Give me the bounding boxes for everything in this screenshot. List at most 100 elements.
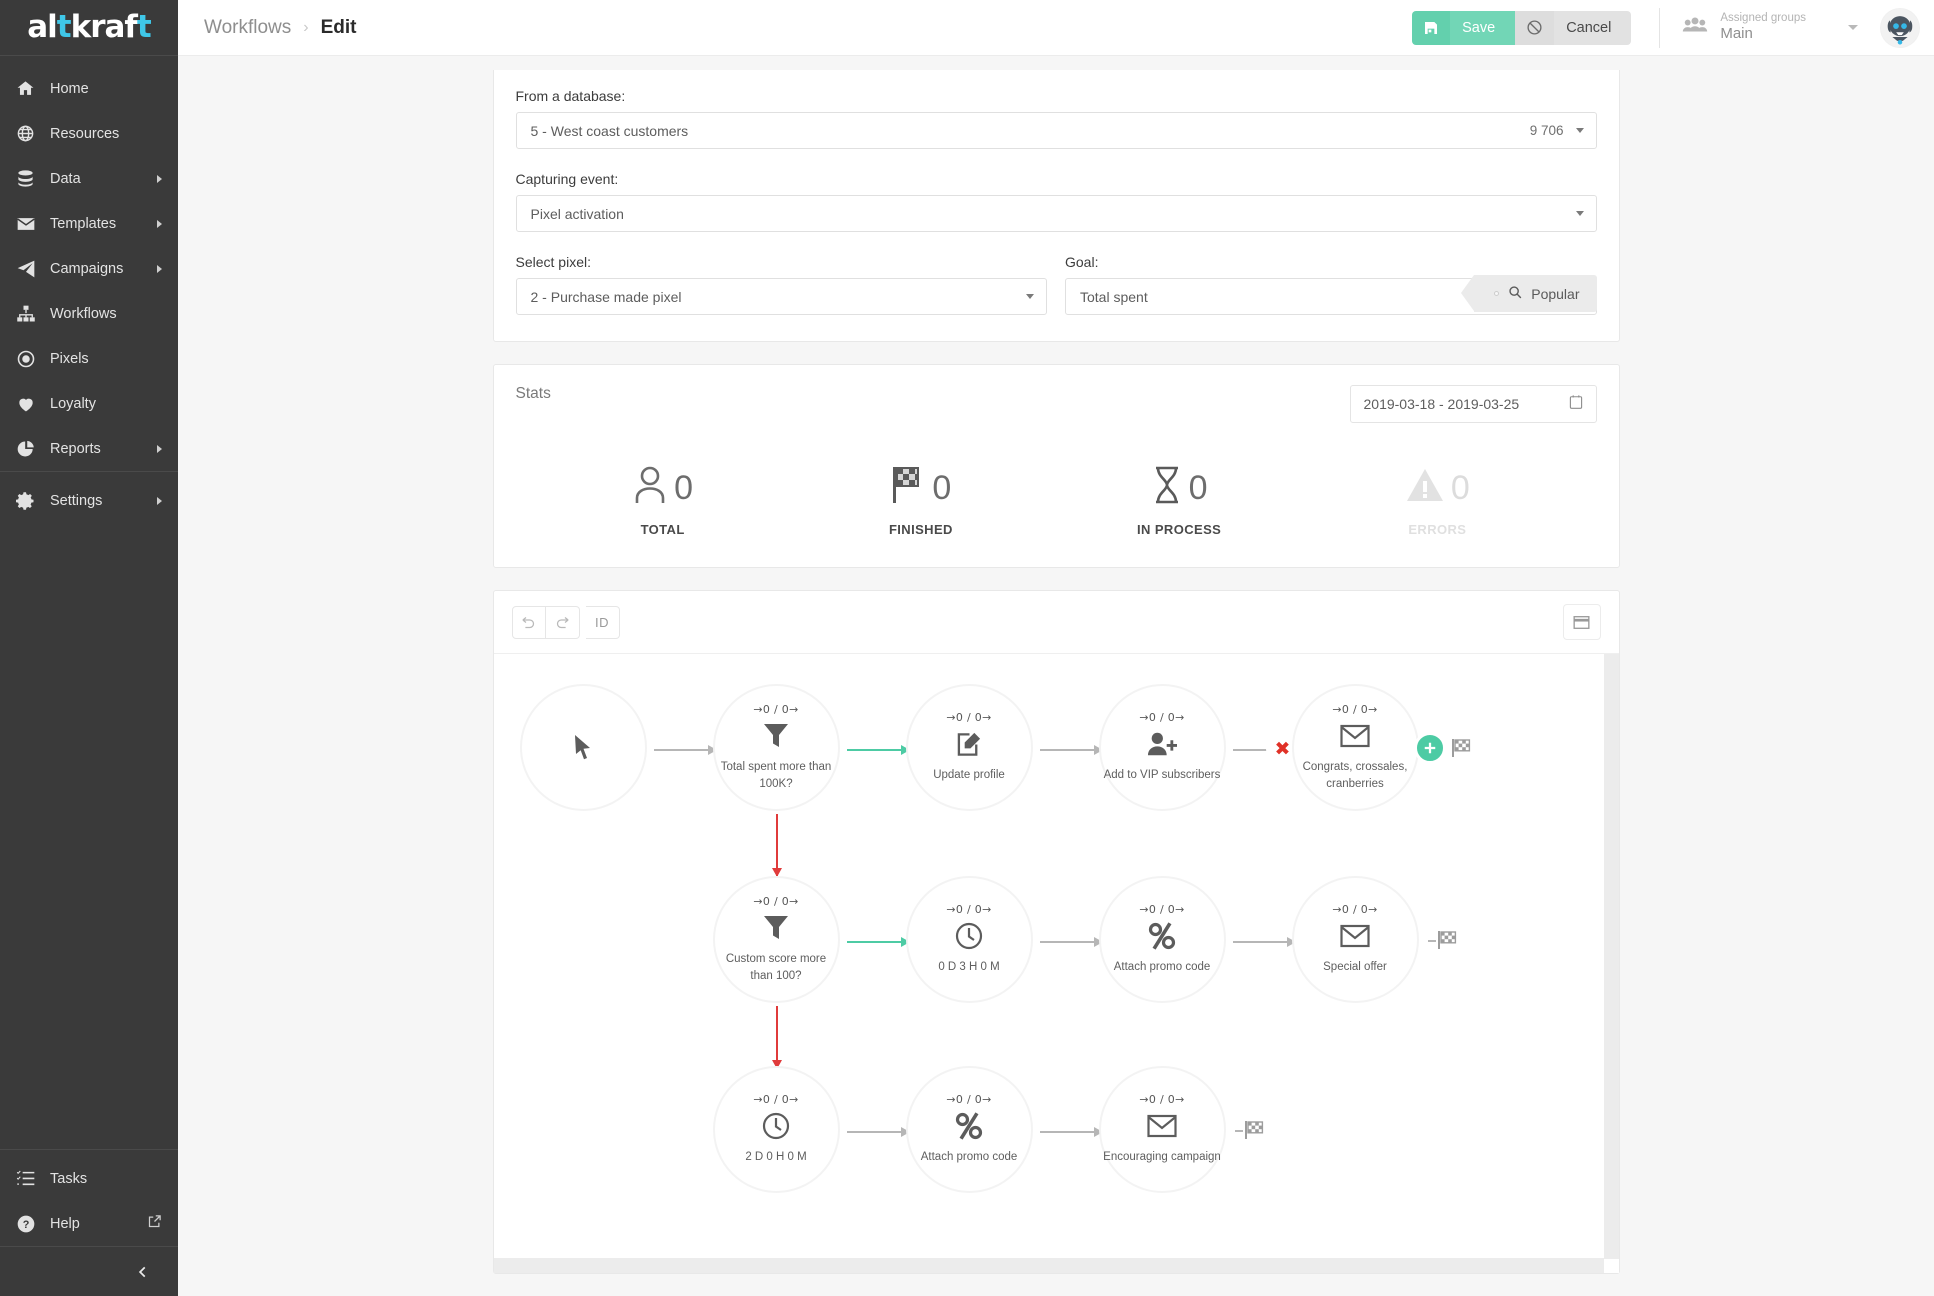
undo-icon xyxy=(522,616,535,628)
brand-logo[interactable]: altkraft xyxy=(0,0,178,56)
cancel-button-icon[interactable] xyxy=(1515,10,1555,45)
capturing-event-select[interactable]: Pixel activation xyxy=(515,195,1597,232)
percent-icon xyxy=(955,1109,983,1143)
sidebar-item-home[interactable]: Home xyxy=(0,66,178,111)
connector-update-to-vip xyxy=(1039,745,1103,755)
workflow-node-promo2[interactable]: →0 / 0→ Attach promo code xyxy=(905,1066,1033,1193)
workflow-node-special-offer[interactable]: →0 / 0→ Special offer xyxy=(1291,876,1419,1003)
workflow-finish-flag-row3[interactable] xyxy=(1244,1121,1265,1144)
stat-errors-label: ERRORS xyxy=(1408,522,1467,537)
connector-filter1-false-branch xyxy=(771,814,782,877)
pixel-select[interactable]: 2 - Purchase made pixel xyxy=(515,278,1047,315)
workflow-canvas[interactable]: →0 / 0→ Total spent more than 100K? →0 /… xyxy=(493,653,1619,1273)
canvas-horizontal-scrollbar[interactable] xyxy=(493,1258,1604,1273)
connector-promo2-to-email3 xyxy=(1039,1127,1103,1137)
edit-icon xyxy=(956,727,983,761)
sidebar-item-workflows[interactable]: Workflows xyxy=(0,291,178,336)
database-select[interactable]: 5 - West coast customers 9 706 xyxy=(515,112,1597,149)
node-title: Congrats, crossales, cranberries xyxy=(1302,760,1408,790)
funnel-icon xyxy=(763,911,789,945)
workflow-node-filter2[interactable]: →0 / 0→ Custom score more than 100? xyxy=(712,876,840,1003)
connector-promo1-to-email2 xyxy=(1232,937,1296,947)
content-scroll-area: From a database: 5 - West coast customer… xyxy=(178,56,1934,1296)
undo-button[interactable] xyxy=(511,605,546,639)
workflow-node-encouraging-campaign[interactable]: →0 / 0→ Encouraging campaign xyxy=(1098,1066,1226,1193)
node-counter: →0 / 0→ xyxy=(1139,903,1185,917)
calendar-icon xyxy=(1569,394,1583,415)
node-title: Attach promo code xyxy=(920,1151,1018,1164)
cancel-button[interactable]: Cancel xyxy=(1554,10,1632,45)
robot-avatar-icon xyxy=(1881,8,1919,47)
sidebar-item-label: Settings xyxy=(50,492,103,509)
node-title: Total spent more than 100K? xyxy=(720,760,832,790)
workflow-node-update-profile[interactable]: →0 / 0→ Update profile xyxy=(905,684,1033,811)
external-link-icon[interactable] xyxy=(147,1214,162,1234)
sidebar-item-help[interactable]: ? Help xyxy=(0,1201,178,1246)
stat-in-process-label: IN PROCESS xyxy=(1137,522,1222,537)
checkered-flag-icon xyxy=(1451,739,1470,757)
avatar[interactable] xyxy=(1880,7,1920,48)
connector-line xyxy=(846,941,909,943)
workflow-node-promo1[interactable]: →0 / 0→ Attach promo code xyxy=(1098,876,1226,1003)
popular-tag-hole xyxy=(1494,291,1500,296)
add-node-button[interactable] xyxy=(1413,732,1446,764)
fullscreen-toggle-button[interactable] xyxy=(1562,604,1601,640)
sidebar-item-settings[interactable]: Settings xyxy=(0,478,178,523)
connector-delay2-to-promo2 xyxy=(846,1127,910,1137)
workflow-node-delay2[interactable]: →0 / 0→ 2 D 0 H 0 M xyxy=(712,1066,840,1193)
assigned-groups-label: Assigned groups xyxy=(1720,11,1806,24)
workflow-node-start[interactable] xyxy=(519,684,647,811)
breadcrumb-workflows-link[interactable]: Workflows xyxy=(204,17,291,39)
globe-icon xyxy=(16,124,50,143)
save-button-icon[interactable] xyxy=(1412,10,1451,45)
breadcrumb: Workflows › Edit xyxy=(204,17,357,39)
date-range-picker[interactable]: 2019-03-18 - 2019-03-25 xyxy=(1349,385,1597,423)
event-field: Capturing event: Pixel activation xyxy=(515,171,1597,232)
search-icon xyxy=(1508,285,1522,302)
event-label: Capturing event: xyxy=(515,171,619,187)
redo-button[interactable] xyxy=(545,605,580,639)
sidebar-item-campaigns[interactable]: Campaigns xyxy=(0,246,178,291)
sidebar-item-pixels[interactable]: Pixels xyxy=(0,336,178,381)
workflow-builder-panel: ID →0 / 0→ Total spent more than 100K? →… xyxy=(492,590,1620,1274)
svg-text:?: ? xyxy=(23,1219,30,1231)
connector-line xyxy=(1039,941,1102,943)
sidebar-item-data[interactable]: Data xyxy=(0,156,178,201)
workflow-node-email-congrats[interactable]: →0 / 0→ Congrats, crossales, cranberries xyxy=(1291,684,1419,811)
workflow-finish-flag-row2[interactable] xyxy=(1437,931,1458,954)
user-plus-icon xyxy=(1147,727,1177,761)
assigned-groups-selector[interactable]: Assigned groups Main xyxy=(1682,11,1858,44)
workflow-stage: →0 / 0→ Total spent more than 100K? →0 /… xyxy=(494,654,1604,1259)
database-count: 9 706 xyxy=(1529,123,1564,138)
chevron-right-icon xyxy=(157,444,162,453)
sidebar-item-tasks[interactable]: Tasks xyxy=(0,1156,178,1201)
stat-in-process: 0 IN PROCESS xyxy=(1050,465,1308,537)
stat-total-label: TOTAL xyxy=(640,522,685,537)
main-area: Workflows › Edit Save Cancel Assigned gr… xyxy=(178,0,1934,1296)
goal-field: Goal: Popular xyxy=(1065,254,1597,315)
connector-line xyxy=(846,749,909,751)
stat-errors: 0 ERRORS xyxy=(1308,465,1566,537)
workflow-finish-flag-row1[interactable] xyxy=(1451,739,1472,762)
sidebar-item-templates[interactable]: Templates xyxy=(0,201,178,246)
sidebar-collapse-button[interactable] xyxy=(0,1246,178,1296)
breadcrumb-separator-icon: › xyxy=(303,18,309,36)
id-toggle-button[interactable]: ID xyxy=(585,605,620,639)
canvas-vertical-scrollbar[interactable] xyxy=(1603,654,1619,1259)
pixel-field: Select pixel: 2 - Purchase made pixel xyxy=(515,254,1047,315)
workflow-node-filter1[interactable]: →0 / 0→ Total spent more than 100K? xyxy=(712,684,840,811)
workflow-node-delay1[interactable]: →0 / 0→ 0 D 3 H 0 M xyxy=(905,876,1033,1003)
sidebar-item-reports[interactable]: Reports xyxy=(0,426,178,471)
sidebar-item-resources[interactable]: Resources xyxy=(0,111,178,156)
save-button[interactable]: Save xyxy=(1450,10,1516,45)
question-circle-icon: ? xyxy=(16,1214,50,1234)
popular-goal-button[interactable]: Popular xyxy=(1461,275,1597,312)
topbar-divider xyxy=(1659,7,1661,48)
node-title: 2 D 0 H 0 M xyxy=(745,1151,807,1164)
connector-line xyxy=(1039,1131,1102,1133)
sidebar-item-loyalty[interactable]: Loyalty xyxy=(0,381,178,426)
workflow-node-add-vip[interactable]: →0 / 0→ Add to VIP subscribers xyxy=(1098,684,1226,811)
stat-finished-top: 0 xyxy=(890,465,951,510)
sidebar-item-label: Workflows xyxy=(50,305,117,322)
envelope-icon xyxy=(1340,919,1370,953)
